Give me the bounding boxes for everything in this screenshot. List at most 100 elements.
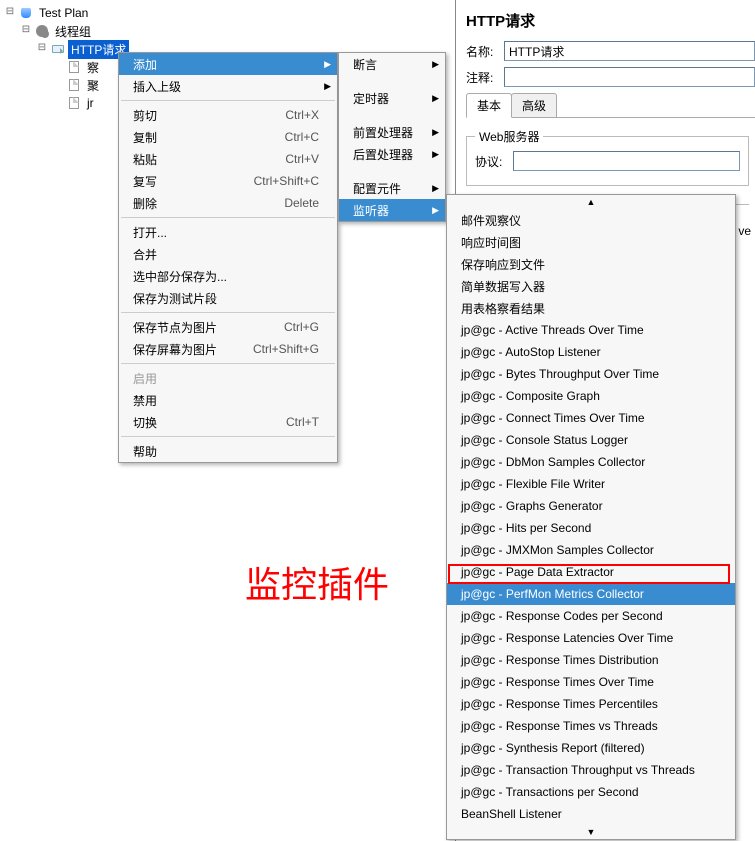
document-icon <box>66 59 82 75</box>
menu-item-listener[interactable]: jp@gc - Flexible File Writer <box>447 473 735 495</box>
submenu-arrow-icon: ▶ <box>324 81 331 92</box>
submenu-arrow-icon: ▶ <box>432 93 439 104</box>
beaker-icon <box>18 5 34 21</box>
menu-item-add[interactable]: 添加▶ <box>119 53 337 75</box>
menu-item-listener[interactable]: jp@gc - Response Times Distribution <box>447 649 735 671</box>
menu-item-listener[interactable]: jp@gc - Hits per Second <box>447 517 735 539</box>
menu-item-save-test-fragment[interactable]: 保存为测试片段 <box>119 287 337 309</box>
menu-item-listener[interactable]: jp@gc - Synthesis Report (filtered) <box>447 737 735 759</box>
context-menu-main: 添加▶ 插入上级▶ 剪切Ctrl+X 复制Ctrl+C 粘贴Ctrl+V 复写C… <box>118 52 338 463</box>
menu-item-copy[interactable]: 复制Ctrl+C <box>119 126 337 148</box>
collapse-icon[interactable]: ⊟ <box>20 25 32 37</box>
menu-item-assertions[interactable]: 断言▶ <box>339 53 445 75</box>
submenu-arrow-icon: ▶ <box>432 127 439 138</box>
menu-item-listener[interactable]: jp@gc - Response Times Over Time <box>447 671 735 693</box>
menu-item-listener[interactable]: jp@gc - Active Threads Over Time <box>447 319 735 341</box>
menu-item-listener[interactable]: 邮件观察仪 <box>447 209 735 231</box>
menu-item-insert-parent[interactable]: 插入上级▶ <box>119 75 337 97</box>
tab-advanced[interactable]: 高级 <box>511 93 557 117</box>
submenu-add: 断言▶ 定时器▶ 前置处理器▶ 后置处理器▶ 配置元件▶ 监听器▶ <box>338 52 446 222</box>
menu-item-listener[interactable]: jp@gc - Transaction Throughput vs Thread… <box>447 759 735 781</box>
menu-item-listener[interactable]: jp@gc - Response Times Percentiles <box>447 693 735 715</box>
menu-item-listeners[interactable]: 监听器▶ <box>339 199 445 221</box>
menu-gap <box>339 75 445 87</box>
tree-label: Test Plan <box>36 5 91 21</box>
menu-item-listener[interactable]: 响应时间图 <box>447 231 735 253</box>
menu-scroll-up[interactable]: ▲ <box>447 195 735 209</box>
document-icon <box>66 77 82 93</box>
menu-item-listener[interactable]: jp@gc - JMXMon Samples Collector <box>447 539 735 561</box>
menu-item-save-node-img[interactable]: 保存节点为图片Ctrl+G <box>119 316 337 338</box>
menu-item-config-elements[interactable]: 配置元件▶ <box>339 177 445 199</box>
menu-item-duplicate[interactable]: 复写Ctrl+Shift+C <box>119 170 337 192</box>
menu-separator <box>121 100 335 101</box>
submenu-arrow-icon: ▶ <box>324 59 331 70</box>
menu-item-delete[interactable]: 删除Delete <box>119 192 337 214</box>
tab-basic[interactable]: 基本 <box>466 93 512 118</box>
menu-item-paste[interactable]: 粘贴Ctrl+V <box>119 148 337 170</box>
menu-separator <box>121 312 335 313</box>
tree-row-root[interactable]: ⊟ Test Plan <box>4 4 450 22</box>
http-request-icon <box>50 41 66 57</box>
name-label: 名称: <box>466 43 504 60</box>
menu-scroll-down[interactable]: ▼ <box>447 825 735 839</box>
menu-item-listener[interactable]: BeanShell Listener <box>447 803 735 825</box>
menu-item-timers[interactable]: 定时器▶ <box>339 87 445 109</box>
menu-gap <box>339 165 445 177</box>
menu-item-listener[interactable]: 简单数据写入器 <box>447 275 735 297</box>
menu-item-listener[interactable]: jp@gc - Graphs Generator <box>447 495 735 517</box>
panel-title: HTTP请求 <box>466 10 755 31</box>
menu-item-enable: 启用 <box>119 367 337 389</box>
menu-item-listener[interactable]: jp@gc - Composite Graph <box>447 385 735 407</box>
submenu-arrow-icon: ▶ <box>432 183 439 194</box>
menu-item-disable[interactable]: 禁用 <box>119 389 337 411</box>
menu-item-listener[interactable]: jp@gc - Transactions per Second <box>447 781 735 803</box>
menu-item-post-processors[interactable]: 后置处理器▶ <box>339 143 445 165</box>
menu-separator <box>121 363 335 364</box>
protocol-input[interactable] <box>513 151 740 171</box>
menu-separator <box>121 217 335 218</box>
menu-item-listener[interactable]: jp@gc - Bytes Throughput Over Time <box>447 363 735 385</box>
submenu-listeners: ▲ 邮件观察仪响应时间图保存响应到文件简单数据写入器用表格察看结果jp@gc -… <box>446 194 736 840</box>
menu-item-open[interactable]: 打开... <box>119 221 337 243</box>
menu-item-listener[interactable]: jp@gc - Response Times vs Threads <box>447 715 735 737</box>
menu-item-help[interactable]: 帮助 <box>119 440 337 462</box>
web-server-legend: Web服务器 <box>475 128 543 145</box>
menu-item-listener[interactable]: jp@gc - Response Codes per Second <box>447 605 735 627</box>
menu-item-save-screen-img[interactable]: 保存屏幕为图片Ctrl+Shift+G <box>119 338 337 360</box>
collapse-icon[interactable]: ⊟ <box>36 43 48 55</box>
menu-item-listener[interactable]: 用表格察看结果 <box>447 297 735 319</box>
annotation-label: 监控插件 <box>245 556 389 608</box>
tree-label: 察 <box>84 58 102 77</box>
menu-gap <box>339 109 445 121</box>
web-server-fieldset: Web服务器 协议: <box>466 128 749 186</box>
submenu-arrow-icon: ▶ <box>432 149 439 160</box>
menu-item-listener[interactable]: 保存响应到文件 <box>447 253 735 275</box>
comment-label: 注释: <box>466 69 504 86</box>
tree-label: jr <box>84 95 97 111</box>
menu-item-save-partial-as[interactable]: 选中部分保存为... <box>119 265 337 287</box>
document-icon <box>66 95 82 111</box>
menu-item-listener[interactable]: jp@gc - DbMon Samples Collector <box>447 451 735 473</box>
gears-icon <box>34 23 50 39</box>
tree-label: 聚 <box>84 76 102 95</box>
panel-tabs: 基本 高级 <box>466 93 755 118</box>
menu-item-merge[interactable]: 合并 <box>119 243 337 265</box>
menu-item-listener[interactable]: jp@gc - Response Latencies Over Time <box>447 627 735 649</box>
tree-label: 线程组 <box>52 22 94 41</box>
annotation-highlight-box <box>448 564 730 584</box>
menu-item-pre-processors[interactable]: 前置处理器▶ <box>339 121 445 143</box>
menu-item-listener[interactable]: jp@gc - Connect Times Over Time <box>447 407 735 429</box>
menu-separator <box>121 436 335 437</box>
tree-row-thread-group[interactable]: ⊟ 线程组 <box>4 22 450 40</box>
protocol-label: 协议: <box>475 153 513 170</box>
submenu-arrow-icon: ▶ <box>432 59 439 70</box>
collapse-icon[interactable]: ⊟ <box>4 7 16 19</box>
name-input[interactable] <box>504 41 755 61</box>
menu-item-cut[interactable]: 剪切Ctrl+X <box>119 104 337 126</box>
comment-input[interactable] <box>504 67 755 87</box>
menu-item-listener[interactable]: jp@gc - PerfMon Metrics Collector <box>447 583 735 605</box>
menu-item-listener[interactable]: jp@gc - AutoStop Listener <box>447 341 735 363</box>
menu-item-toggle[interactable]: 切换Ctrl+T <box>119 411 337 433</box>
menu-item-listener[interactable]: jp@gc - Console Status Logger <box>447 429 735 451</box>
